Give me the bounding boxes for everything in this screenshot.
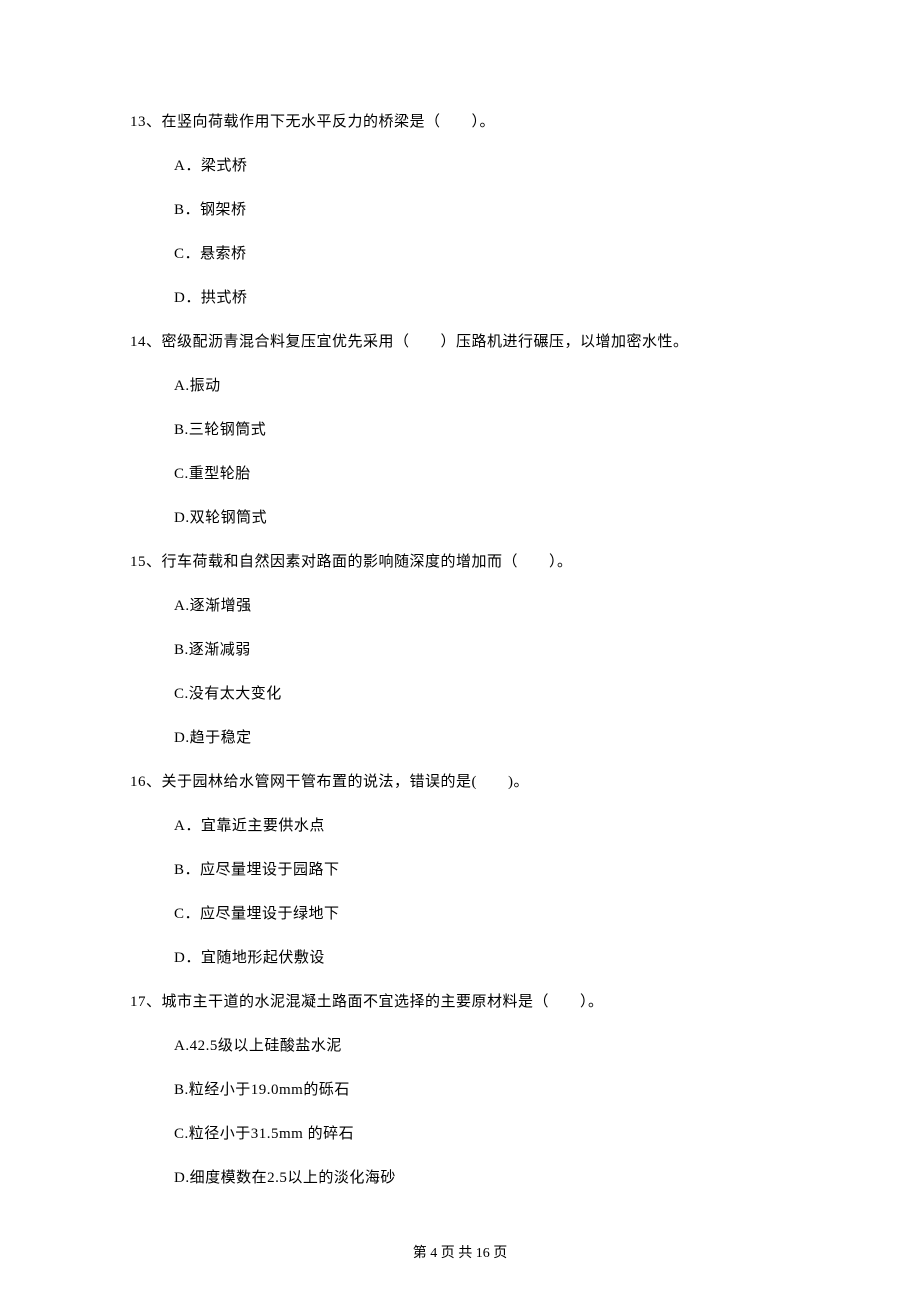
answer-blank (518, 550, 549, 574)
question-number: 13、 (130, 114, 162, 130)
options-group: A.逐渐增强 B.逐渐减弱 C.没有太大变化 D.趋于稳定 (130, 594, 790, 750)
options-group: A.42.5级以上硅酸盐水泥 B.粒经小于19.0mm的砾石 C.粒径小于31.… (130, 1034, 790, 1190)
option-c: C．悬索桥 (174, 242, 790, 266)
option-d: D．宜随地形起伏敷设 (174, 946, 790, 970)
stem-text-post: )。 (508, 774, 529, 790)
stem-text-post: ）。 (549, 554, 573, 570)
question-17: 17、城市主干道的水泥混凝土路面不宜选择的主要原材料是（ ）。 A.42.5级以… (130, 990, 790, 1190)
question-number: 14、 (130, 334, 162, 350)
question-15: 15、行车荷载和自然因素对路面的影响随深度的增加而（ ）。 A.逐渐增强 B.逐… (130, 550, 790, 750)
question-13: 13、在竖向荷载作用下无水平反力的桥梁是（ ）。 A．梁式桥 B．钢架桥 C．悬… (130, 110, 790, 310)
question-number: 17、 (130, 994, 162, 1010)
stem-text-pre: 行车荷载和自然因素对路面的影响随深度的增加而（ (162, 554, 519, 570)
options-group: A．梁式桥 B．钢架桥 C．悬索桥 D．拱式桥 (130, 154, 790, 310)
options-group: A.振动 B.三轮钢筒式 C.重型轮胎 D.双轮钢筒式 (130, 374, 790, 530)
page-content: 13、在竖向荷载作用下无水平反力的桥梁是（ ）。 A．梁式桥 B．钢架桥 C．悬… (0, 0, 920, 1190)
option-a: A.振动 (174, 374, 790, 398)
option-c: C.没有太大变化 (174, 682, 790, 706)
answer-blank (477, 770, 508, 794)
answer-blank (410, 330, 441, 354)
option-d: D．拱式桥 (174, 286, 790, 310)
question-number: 15、 (130, 554, 162, 570)
stem-text-pre: 城市主干道的水泥混凝土路面不宜选择的主要原材料是（ (162, 994, 550, 1010)
option-d: D.细度模数在2.5以上的淡化海砂 (174, 1166, 790, 1190)
option-b: B．钢架桥 (174, 198, 790, 222)
stem-text-post: ）。 (580, 994, 604, 1010)
question-stem: 15、行车荷载和自然因素对路面的影响随深度的增加而（ ）。 (130, 550, 790, 574)
option-c: C．应尽量埋设于绿地下 (174, 902, 790, 926)
option-a: A.逐渐增强 (174, 594, 790, 618)
option-b: B.三轮钢筒式 (174, 418, 790, 442)
option-a: A.42.5级以上硅酸盐水泥 (174, 1034, 790, 1058)
options-group: A．宜靠近主要供水点 B．应尽量埋设于园路下 C．应尽量埋设于绿地下 D．宜随地… (130, 814, 790, 970)
option-b: B.逐渐减弱 (174, 638, 790, 662)
answer-blank (441, 110, 472, 134)
stem-text-pre: 在竖向荷载作用下无水平反力的桥梁是（ (162, 114, 441, 130)
stem-text-post: ）压路机进行碾压，以增加密水性。 (441, 334, 689, 350)
option-c: C.粒径小于31.5mm 的碎石 (174, 1122, 790, 1146)
question-stem: 13、在竖向荷载作用下无水平反力的桥梁是（ ）。 (130, 110, 790, 134)
option-b: B．应尽量埋设于园路下 (174, 858, 790, 882)
stem-text-post: ）。 (472, 114, 496, 130)
option-d: D.双轮钢筒式 (174, 506, 790, 530)
question-stem: 17、城市主干道的水泥混凝土路面不宜选择的主要原材料是（ ）。 (130, 990, 790, 1014)
option-b: B.粒经小于19.0mm的砾石 (174, 1078, 790, 1102)
page-footer: 第 4 页 共 16 页 (0, 1242, 920, 1262)
question-number: 16、 (130, 774, 162, 790)
option-c: C.重型轮胎 (174, 462, 790, 486)
stem-text-pre: 密级配沥青混合料复压宜优先采用（ (162, 334, 410, 350)
question-14: 14、密级配沥青混合料复压宜优先采用（ ）压路机进行碾压，以增加密水性。 A.振… (130, 330, 790, 530)
question-stem: 14、密级配沥青混合料复压宜优先采用（ ）压路机进行碾压，以增加密水性。 (130, 330, 790, 354)
option-d: D.趋于稳定 (174, 726, 790, 750)
option-a: A．梁式桥 (174, 154, 790, 178)
question-stem: 16、关于园林给水管网干管布置的说法，错误的是( )。 (130, 770, 790, 794)
option-a: A．宜靠近主要供水点 (174, 814, 790, 838)
question-16: 16、关于园林给水管网干管布置的说法，错误的是( )。 A．宜靠近主要供水点 B… (130, 770, 790, 970)
answer-blank (549, 990, 580, 1014)
stem-text-pre: 关于园林给水管网干管布置的说法，错误的是( (162, 774, 478, 790)
